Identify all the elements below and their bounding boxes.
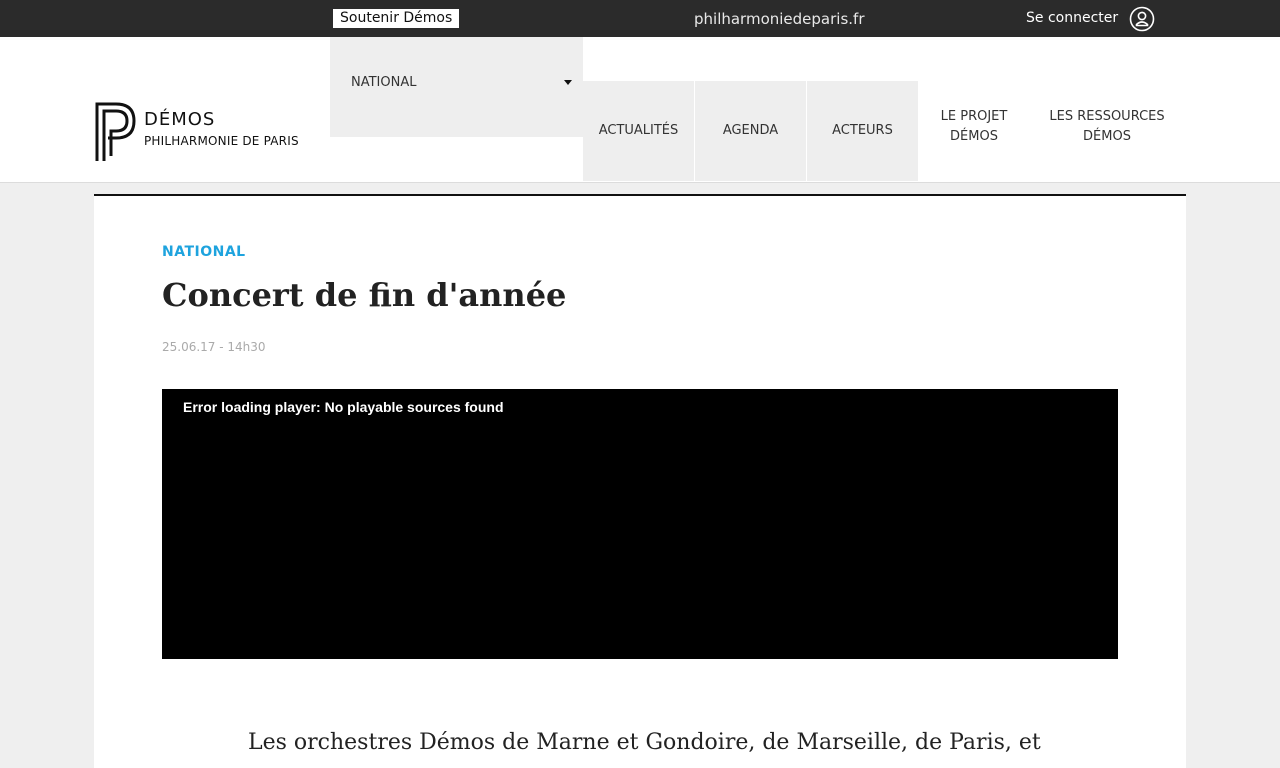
nav-label-line1: LE PROJET <box>940 109 1008 124</box>
logo-title: DÉMOS <box>144 109 216 130</box>
player-error-message: Error loading player: No playable source… <box>183 399 504 415</box>
logo-subtitle: PHILHARMONIE DE PARIS <box>144 134 299 148</box>
article-category[interactable]: NATIONAL <box>162 244 246 260</box>
nav-label-line2: DÉMOS <box>950 129 998 144</box>
top-bar: Soutenir Démos philharmoniedeparis.fr Se… <box>0 0 1280 37</box>
support-demos-button[interactable]: Soutenir Démos <box>333 9 460 28</box>
demos-logo[interactable]: DÉMOS PHILHARMONIE DE PARIS <box>94 101 299 163</box>
user-circle-icon[interactable] <box>1129 6 1155 32</box>
nav-label-line2: DÉMOS <box>1083 129 1131 144</box>
article-card: NATIONAL Concert de fin d'année 25.06.17… <box>94 194 1186 768</box>
region-dropdown-value: NATIONAL <box>351 75 417 90</box>
nav-label: LE PROJET DÉMOS <box>941 107 1008 147</box>
article-intro: Les orchestres Démos de Marne et Gondoir… <box>248 730 1041 755</box>
philharmonie-logo-icon <box>95 102 136 161</box>
nav-agenda[interactable]: AGENDA <box>695 81 806 181</box>
nav-label: AGENDA <box>722 123 779 138</box>
nav-le-projet-demos[interactable]: LE PROJET DÉMOS <box>918 77 1030 177</box>
nav-actualites[interactable]: ACTUALITÉS <box>583 81 694 181</box>
philharmonie-site-link[interactable]: philharmoniedeparis.fr <box>694 9 865 29</box>
nav-label: ACTUALITÉS <box>598 123 679 138</box>
article-date: 25.06.17 - 14h30 <box>162 340 266 354</box>
nav-label: LES RESSOURCES DÉMOS <box>1049 107 1164 147</box>
video-player[interactable]: Error loading player: No playable source… <box>162 389 1118 659</box>
region-dropdown[interactable]: NATIONAL <box>330 37 583 137</box>
nav-label: ACTEURS <box>832 123 893 138</box>
login-link[interactable]: Se connecter <box>1026 8 1118 28</box>
nav-acteurs[interactable]: ACTEURS <box>807 81 918 181</box>
nav-label-line1: LES RESSOURCES <box>1049 109 1165 124</box>
article-title: Concert de fin d'année <box>162 276 567 314</box>
caret-down-icon <box>564 80 572 85</box>
nav-les-ressources-demos[interactable]: LES RESSOURCES DÉMOS <box>1040 77 1174 177</box>
